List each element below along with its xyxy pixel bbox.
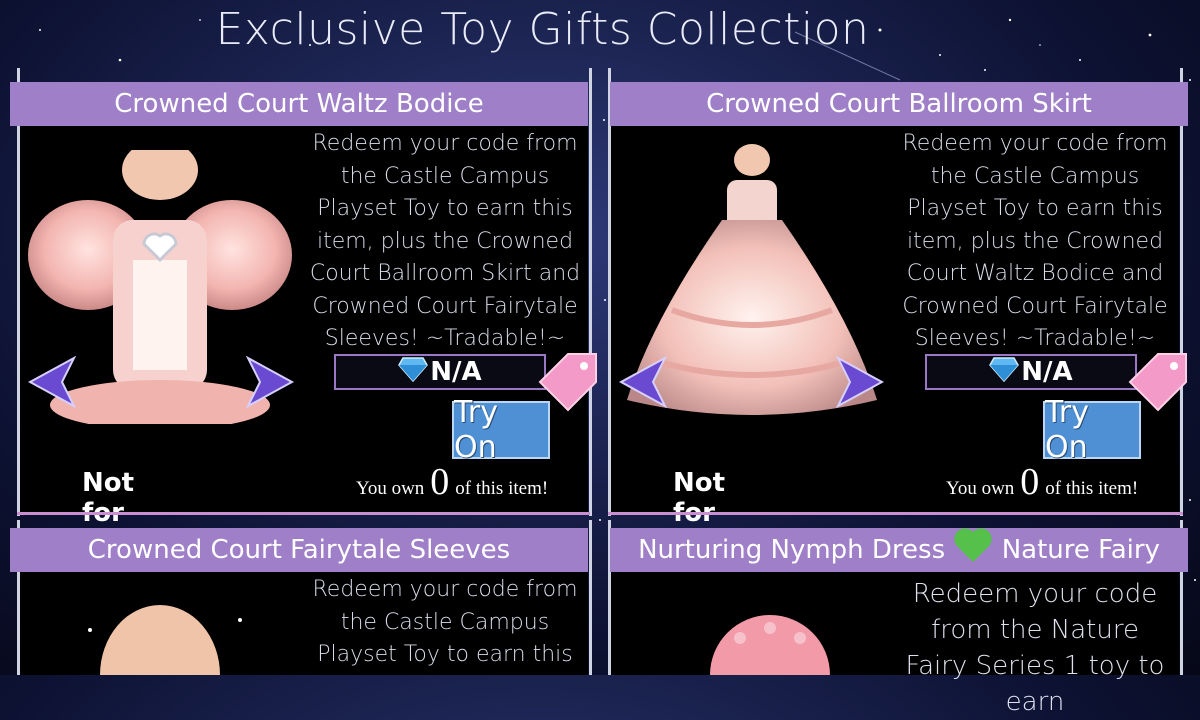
try-on-button[interactable]: Try On bbox=[452, 395, 550, 465]
page-title: Exclusive Toy Gifts Collection bbox=[215, 4, 870, 55]
arrow-left-icon[interactable] bbox=[619, 356, 669, 408]
ownership-count: You own 0 of this item! bbox=[946, 461, 1139, 503]
item-description: Redeem your code from the Castle Campus … bbox=[309, 131, 581, 351]
item-title: Crowned Court Ballroom Skirt bbox=[610, 82, 1188, 126]
price-display: N/A bbox=[334, 354, 546, 390]
item-description: Redeem your code from the Castle Campus … bbox=[902, 131, 1168, 351]
arrow-left-icon[interactable] bbox=[28, 356, 78, 408]
try-on-button[interactable]: Try On bbox=[1043, 395, 1141, 465]
diamond-gem-icon bbox=[989, 356, 1020, 389]
item-title-series: Nature Fairy bbox=[1001, 535, 1160, 565]
price-value: N/A bbox=[430, 357, 482, 387]
ownership-count: You own 0 of this item! bbox=[356, 461, 549, 503]
item-title: Crowned Court Waltz Bodice bbox=[10, 82, 588, 126]
item-title: Crowned Court Fairytale Sleeves bbox=[10, 528, 588, 572]
item-image-nymph-dress bbox=[710, 615, 830, 675]
arrow-right-icon[interactable] bbox=[244, 356, 294, 408]
card-border bbox=[589, 68, 592, 516]
price-value: N/A bbox=[1021, 357, 1073, 387]
owned-quantity: 0 bbox=[430, 461, 450, 503]
owned-quantity: 0 bbox=[1020, 461, 1040, 503]
item-description: Redeem your code from the Nature Fairy S… bbox=[905, 579, 1165, 717]
diamond-gem-icon bbox=[398, 356, 429, 389]
item-title: Nurturing Nymph Dress Nature Fairy bbox=[610, 528, 1188, 572]
item-description: Redeem your code from the Castle Campus … bbox=[312, 577, 578, 667]
item-image-sleeves bbox=[88, 605, 242, 675]
card-border bbox=[608, 512, 1183, 515]
card-border bbox=[17, 512, 590, 515]
item-title-name: Nurturing Nymph Dress bbox=[638, 535, 946, 565]
price-display: N/A bbox=[925, 354, 1137, 390]
card-border bbox=[589, 520, 592, 675]
arrow-right-icon[interactable] bbox=[834, 356, 884, 408]
card-border bbox=[1180, 68, 1183, 516]
green-heart-icon bbox=[953, 528, 1001, 565]
